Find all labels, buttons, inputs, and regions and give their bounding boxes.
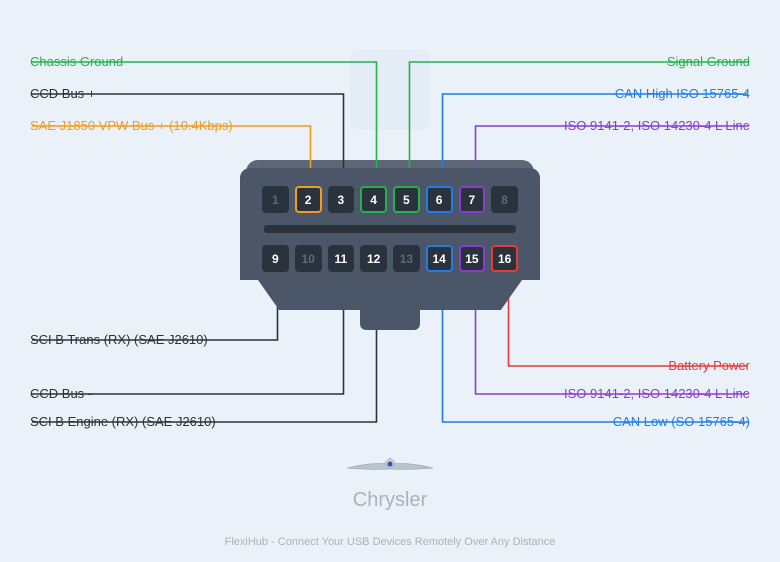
label-pin-5: Signal Ground bbox=[667, 54, 750, 69]
label-pin-4: Chassis Ground bbox=[30, 54, 123, 69]
line-pin-16 bbox=[509, 274, 749, 366]
label-pin-2: SAE J1850 VPW Bus + (10.4Kbps) bbox=[30, 118, 233, 133]
connector-trapezoid bbox=[258, 280, 522, 310]
pin-11: 11 bbox=[328, 245, 355, 272]
connector-body: 12345678 910111213141516 bbox=[240, 168, 540, 280]
label-pin-15: ISO 9141-2, ISO 14230-4 L Line bbox=[564, 386, 750, 401]
pin-3: 3 bbox=[328, 186, 355, 213]
brand-block: Chrysler bbox=[0, 456, 780, 512]
obd-connector: 12345678 910111213141516 bbox=[240, 168, 540, 330]
pin-6: 6 bbox=[426, 186, 453, 213]
brand-name: Chrysler bbox=[0, 489, 780, 512]
pin-2: 2 bbox=[295, 186, 322, 213]
label-pin-3: CCD Bus + bbox=[30, 86, 95, 101]
label-pin-6: CAN High ISO 15765-4 bbox=[615, 86, 750, 101]
connector-separator bbox=[264, 225, 516, 233]
pin-1: 1 bbox=[262, 186, 289, 213]
label-pin-12: SCI B Engine (RX) (SAE J2610) bbox=[30, 414, 216, 429]
pin-8: 8 bbox=[491, 186, 518, 213]
label-pin-7: ISO 9141-2, ISO 14230-4 L Line bbox=[564, 118, 750, 133]
chrysler-logo-icon bbox=[345, 456, 435, 480]
pin-15: 15 bbox=[459, 245, 486, 272]
footer-text: FlexiHub - Connect Your USB Devices Remo… bbox=[0, 536, 780, 548]
pin-9: 9 bbox=[262, 245, 289, 272]
connector-tab bbox=[360, 310, 420, 330]
pin-10: 10 bbox=[295, 245, 322, 272]
pin-16: 16 bbox=[491, 245, 518, 272]
label-pin-11: CCD Bus - bbox=[30, 386, 92, 401]
pin-13: 13 bbox=[393, 245, 420, 272]
pin-12: 12 bbox=[360, 245, 387, 272]
label-pin-9: SCI B Trans (RX) (SAE J2610) bbox=[30, 332, 208, 347]
pin-14: 14 bbox=[426, 245, 453, 272]
pin-7: 7 bbox=[459, 186, 486, 213]
label-pin-16: Battery Power bbox=[668, 358, 750, 373]
watermark-icon bbox=[350, 50, 430, 130]
pin-row-top: 12345678 bbox=[262, 186, 518, 213]
pin-4: 4 bbox=[360, 186, 387, 213]
pin-row-bottom: 910111213141516 bbox=[262, 245, 518, 272]
pin-5: 5 bbox=[393, 186, 420, 213]
label-pin-14: CAN Low (SO 15765-4) bbox=[613, 414, 750, 429]
